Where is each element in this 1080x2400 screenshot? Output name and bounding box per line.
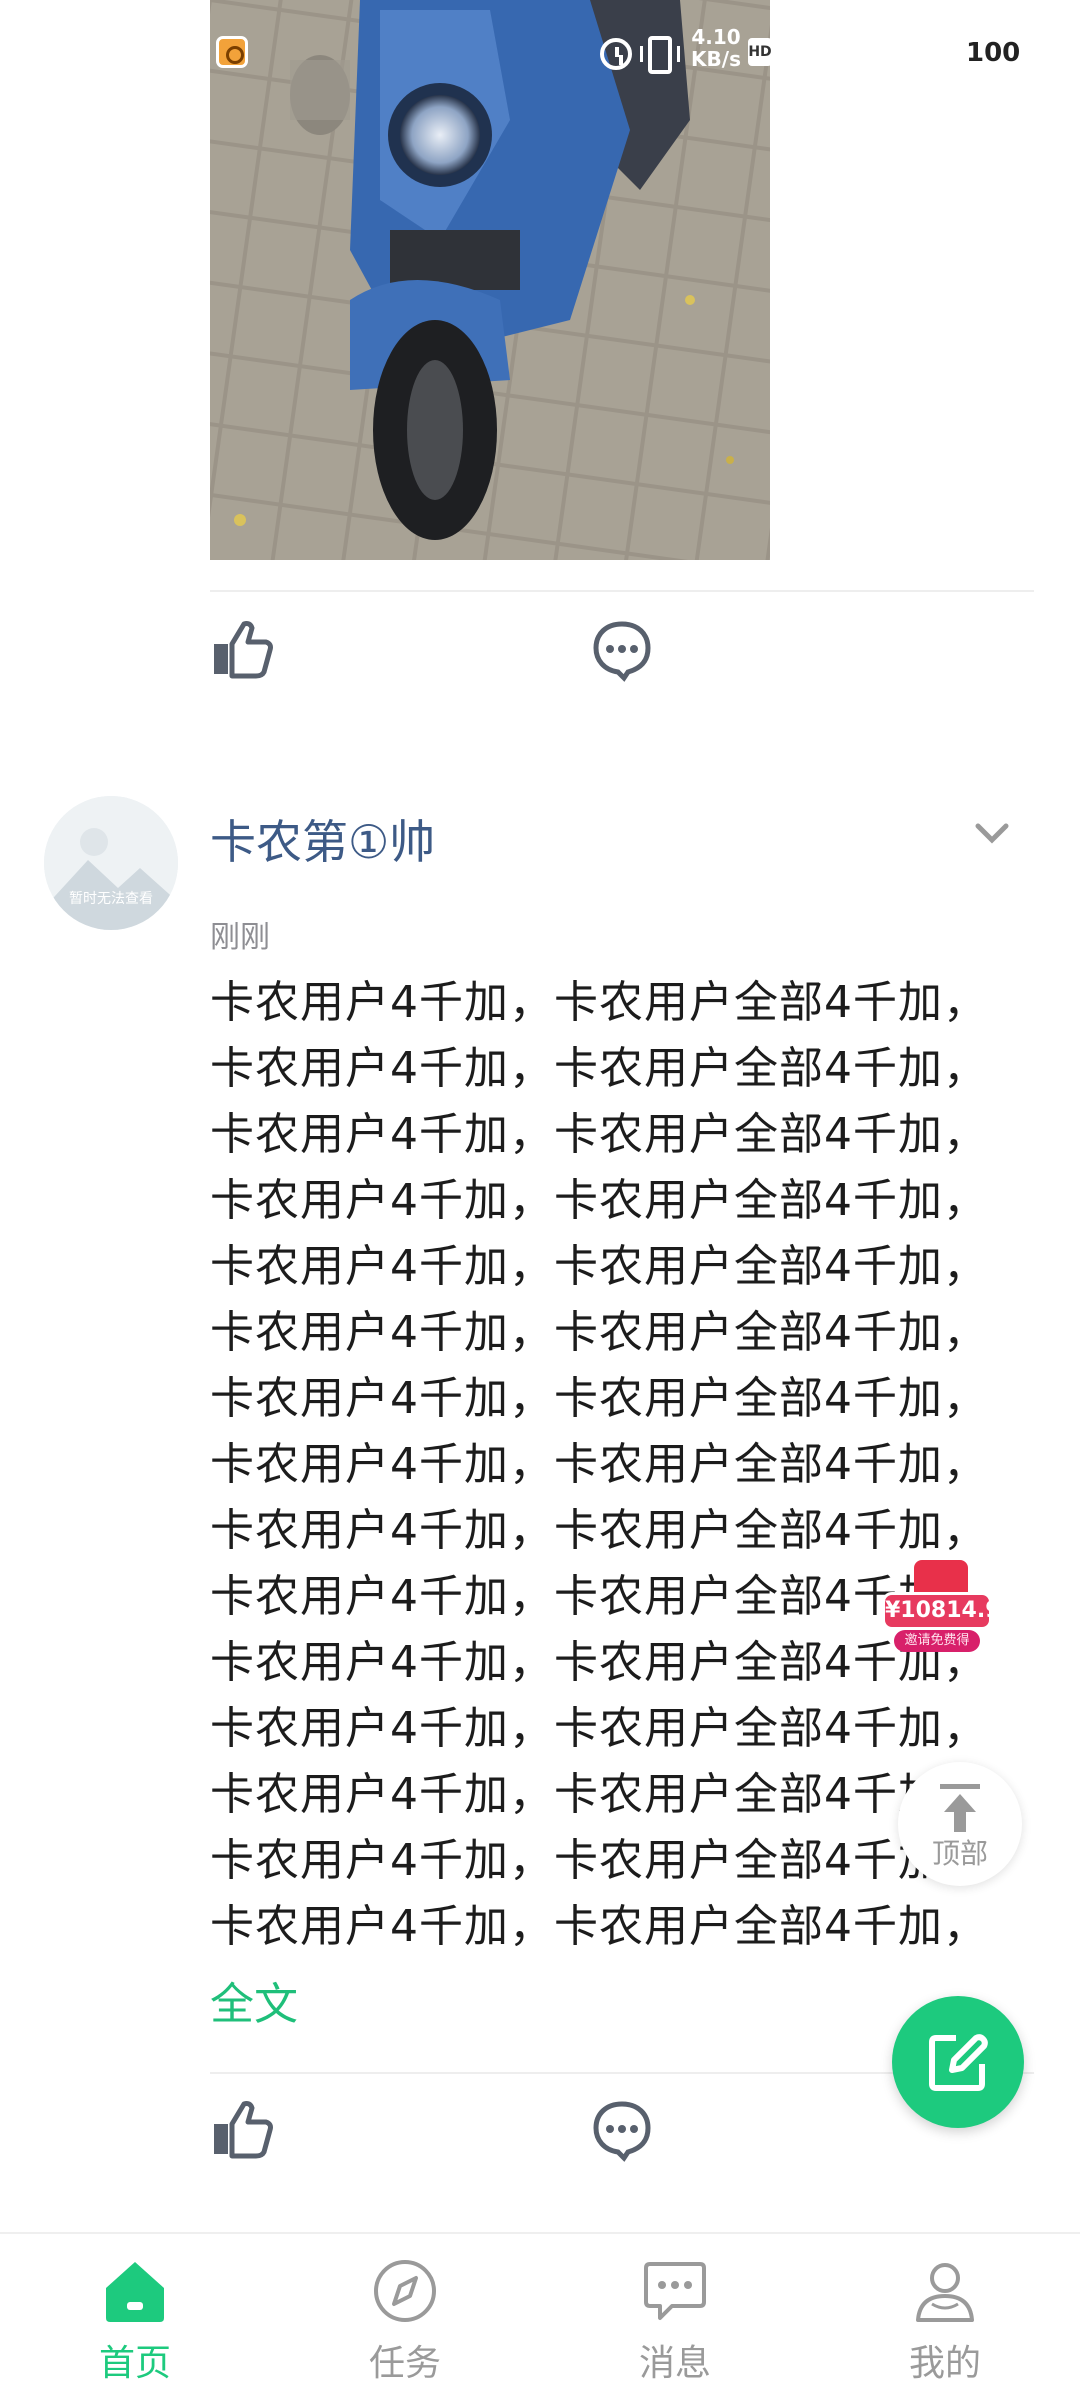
home-icon [106, 2262, 164, 2322]
nav-messages-label: 消息 [638, 2343, 711, 2384]
back-to-top-label: 顶部 [931, 1837, 988, 1870]
nav-profile-label: 我的 [908, 2343, 981, 2384]
post-body-line: 卡农用户4千加，卡农用户全部4千加， [210, 1373, 988, 1424]
nav-tasks-label: 任务 [368, 2343, 441, 2384]
compass-icon [374, 2260, 436, 2322]
nav-profile[interactable]: 我的 [810, 2234, 1080, 2400]
hd-icon: HD [748, 38, 772, 66]
post-body-line: 卡农用户4千加，卡农用户全部4千加， [210, 1175, 988, 1226]
promo-tag: 邀请免费得 [894, 1630, 980, 1652]
nav-messages[interactable]: 消息 [540, 2234, 810, 2400]
post-body-line: 卡农用户4千加，卡农用户全部4千加， [210, 1241, 988, 1292]
bottom-nav: 首页 任务 消息 我的 [0, 2232, 1080, 2400]
nav-home[interactable]: 首页 [0, 2234, 270, 2400]
like-icon[interactable] [210, 2098, 274, 2162]
network-speed: 4.10 KB/s [691, 25, 741, 71]
like-icon[interactable] [210, 618, 274, 682]
nav-home-label: 首页 [98, 2343, 171, 2384]
status-bar: 4.10 KB/s HD 100 [0, 0, 1080, 110]
post-time: 刚刚 [210, 920, 270, 955]
battery-level: 100 [966, 38, 1021, 68]
edit-icon [929, 2034, 988, 2091]
compose-button[interactable] [892, 1996, 1024, 2128]
alarm-icon [600, 38, 632, 70]
post-body-line: 卡农用户4千加，卡农用户全部4千加， [210, 1043, 988, 1094]
message-icon [644, 2262, 706, 2320]
profile-icon [916, 2263, 974, 2322]
post-body-line: 卡农用户4千加，卡农用户全部4千加， [210, 977, 988, 1028]
feed-screen: 4.10 KB/s HD 100 暂时无法查看 卡农第①帅 刚刚 卡农用户4千加… [0, 0, 1080, 2400]
back-to-top-button[interactable]: 顶部 [898, 1762, 1022, 1886]
arrow-up-icon [940, 1784, 980, 1832]
avatar[interactable]: 暂时无法查看 [44, 796, 178, 930]
post-body-line: 卡农用户4千加，卡农用户全部4千加， [210, 1439, 988, 1490]
comment-icon[interactable] [590, 618, 654, 682]
comment-icon[interactable] [590, 2098, 654, 2162]
full-text-link[interactable]: 全文 [210, 1968, 298, 2032]
nav-tasks[interactable]: 任务 [270, 2234, 540, 2400]
vibrate-icon [640, 36, 680, 74]
app-notification-icon [216, 36, 248, 68]
post-body-line: 卡农用户4千加，卡农用户全部4千加， [210, 1505, 988, 1556]
post-body-line: 卡农用户4千加，卡农用户全部4千加， [210, 1703, 988, 1754]
post-body-line: 卡农用户4千加，卡农用户全部4千加， [210, 1307, 988, 1358]
post-body-line: 卡农用户4千加，卡农用户全部4千加， [210, 1109, 988, 1160]
avatar-placeholder-text: 暂时无法查看 [69, 891, 153, 907]
post-username[interactable]: 卡农第①帅 [210, 806, 435, 872]
divider [210, 590, 1034, 592]
chevron-down-icon[interactable] [972, 818, 1012, 848]
promo-price: ¥10814.99 [882, 1592, 1016, 1630]
red-packet-promo[interactable]: ¥10814.99 邀请免费得 [878, 1556, 1016, 1656]
post-body-line: 卡农用户4千加，卡农用户全部4千加， [210, 1901, 988, 1952]
